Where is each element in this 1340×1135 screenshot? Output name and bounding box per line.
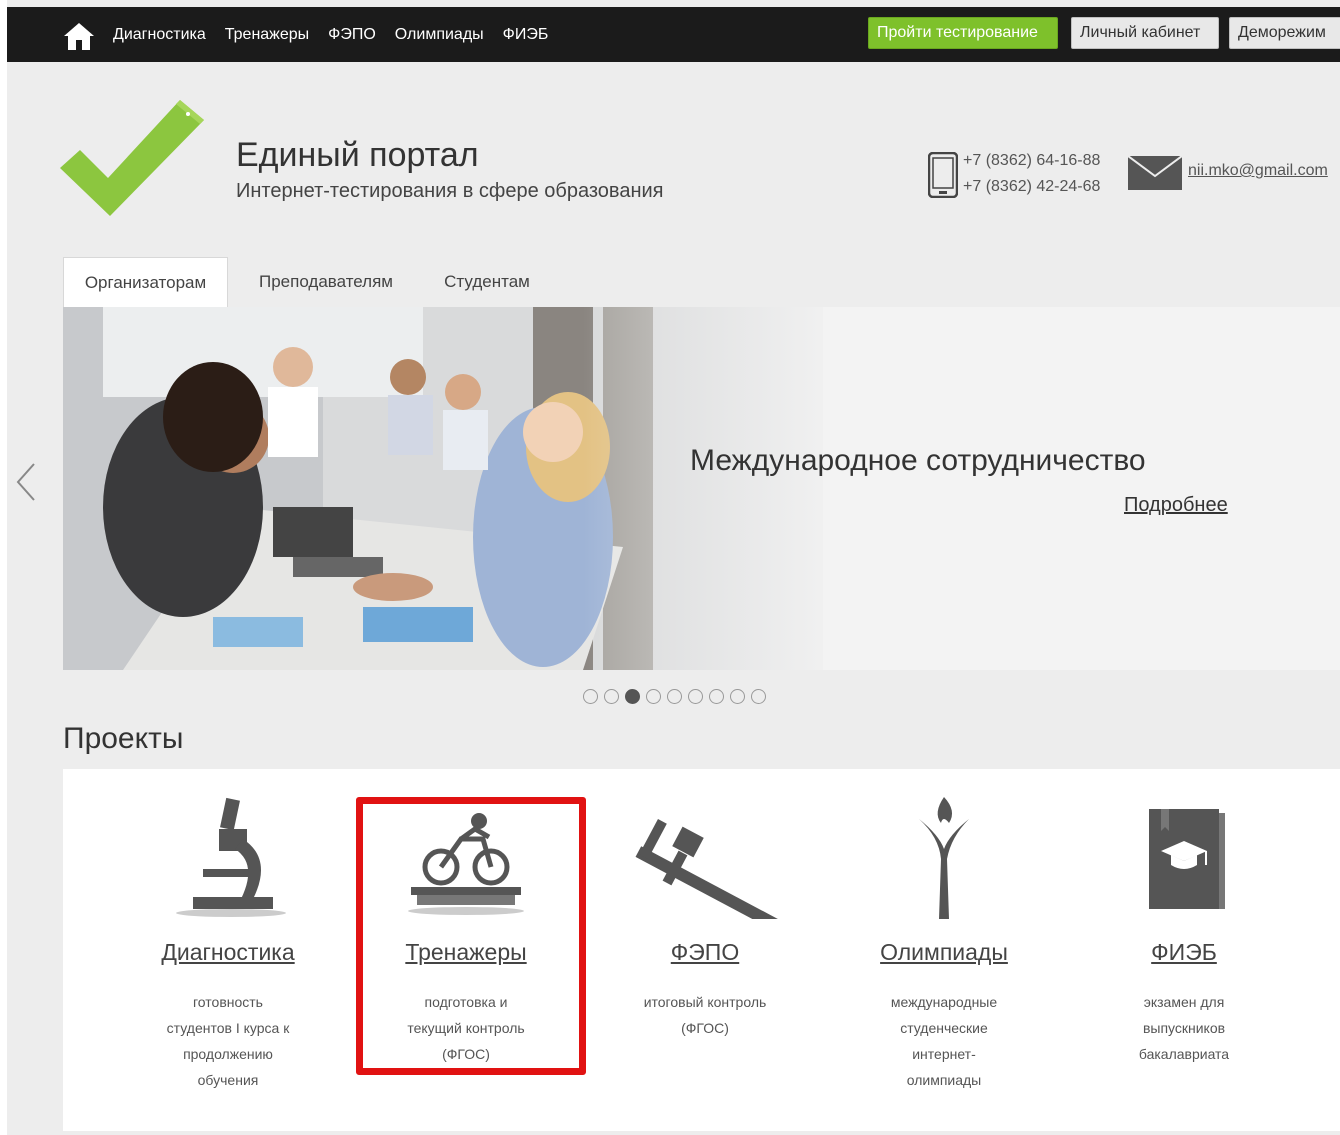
slider-fade-overlay — [583, 307, 883, 670]
take-test-button[interactable]: Пройти тестирование — [868, 17, 1058, 49]
banner-slider — [63, 307, 1340, 670]
microscope-icon — [176, 797, 286, 917]
main-nav: Диагностика Тренажеры ФЭПО Олимпиады ФИЭ… — [113, 7, 567, 62]
slider-dots — [583, 689, 772, 704]
chevron-left-icon[interactable] — [14, 462, 38, 502]
personal-cabinet-button[interactable]: Личный кабинет — [1071, 17, 1219, 49]
slider-dot[interactable] — [583, 689, 598, 704]
phone-number-2: +7 (8362) 42-24-68 — [963, 178, 1101, 195]
slider-dot[interactable] — [688, 689, 703, 704]
nav-link-trainers[interactable]: Тренажеры — [225, 26, 309, 44]
flame-figure-icon — [919, 797, 969, 919]
project-desc-fepo: итоговый контроль (ФГОС) — [643, 994, 767, 1036]
project-name-fepo[interactable]: ФЭПО — [590, 939, 820, 966]
slider-dot[interactable] — [751, 689, 766, 704]
caliper-icon — [635, 818, 780, 919]
slider-dot[interactable] — [625, 689, 640, 704]
phone-number-1: +7 (8362) 64-16-88 — [963, 152, 1101, 169]
nav-link-fepo[interactable]: ФЭПО — [328, 26, 376, 44]
project-name-diagnostics[interactable]: Диагностика — [113, 939, 343, 966]
nav-link-olympiads[interactable]: Олимпиады — [395, 26, 484, 44]
slider-dot[interactable] — [730, 689, 745, 704]
slide-title: Международное сотрудничество — [690, 444, 1146, 477]
project-name-olympiads[interactable]: Олимпиады — [829, 939, 1059, 966]
home-icon[interactable] — [63, 21, 95, 51]
cyclist-icon — [408, 813, 524, 915]
project-name-fieb[interactable]: ФИЭБ — [1069, 939, 1299, 966]
project-desc-diagnostics: готовность студентов I курса к продолжен… — [166, 994, 290, 1088]
projects-panel: Диагностика готовность студентов I курса… — [63, 769, 1340, 1131]
project-name-trainers[interactable]: Тренажеры — [351, 939, 581, 966]
checkmark-logo-icon[interactable] — [60, 96, 208, 218]
project-desc-fieb: экзамен для выпускников бакалавриата — [1138, 994, 1230, 1062]
slider-dot[interactable] — [709, 689, 724, 704]
demo-mode-button[interactable]: Деморежим — [1229, 17, 1340, 49]
nav-link-diagnostics[interactable]: Диагностика — [113, 26, 206, 44]
project-desc-trainers: подготовка и текущий контроль (ФГОС) — [407, 994, 525, 1062]
slide-more-link[interactable]: Подробнее — [1124, 494, 1228, 517]
mail-icon — [1128, 156, 1182, 190]
project-desc-olympiads: международные студенческие интернет- оли… — [890, 994, 998, 1088]
slider-dot[interactable] — [667, 689, 682, 704]
site-title: Единый портал — [236, 136, 479, 174]
slider-dot[interactable] — [646, 689, 661, 704]
projects-heading: Проекты — [63, 722, 184, 755]
phone-icon — [928, 152, 958, 198]
site-subtitle: Интернет-тестирования в сфере образовани… — [236, 180, 664, 202]
top-nav-bar: Диагностика Тренажеры ФЭПО Олимпиады ФИЭ… — [7, 7, 1340, 62]
slider-dot[interactable] — [604, 689, 619, 704]
tab-students[interactable]: Студентам — [425, 257, 549, 307]
email-link[interactable]: nii.mko@gmail.com — [1188, 162, 1328, 180]
tab-organizers[interactable]: Организаторам — [63, 257, 228, 307]
nav-link-fieb[interactable]: ФИЭБ — [503, 26, 549, 44]
graduation-book-icon — [1149, 809, 1225, 909]
tab-teachers[interactable]: Преподавателям — [238, 257, 414, 307]
